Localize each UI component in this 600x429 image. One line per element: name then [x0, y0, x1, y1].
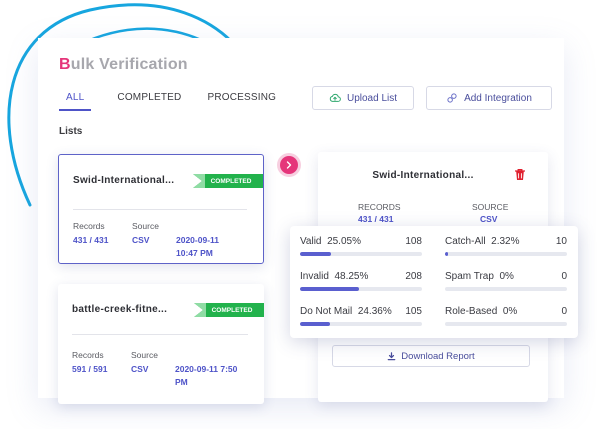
stat-count: 10: [555, 236, 567, 247]
detail-source-label: SOURCE: [472, 202, 509, 212]
stat-do-not-mail: Do Not Mail 24.36% 105: [300, 306, 422, 326]
stat-spam-trap: Spam Trap 0% 0: [445, 271, 567, 291]
stat-count: 108: [405, 236, 422, 247]
stat-label: Spam Trap 0%: [445, 271, 514, 282]
stat-progress: [300, 252, 422, 256]
add-integration-button[interactable]: Add Integration: [426, 86, 552, 110]
list-name: Swid-International...: [73, 175, 175, 186]
detail-records-value: 431 / 431: [358, 214, 394, 224]
source-value: CSV: [131, 364, 149, 374]
records-value: 431 / 431: [73, 235, 109, 245]
status-badge: COMPLETED: [194, 303, 264, 317]
records-value: 591 / 591: [72, 364, 108, 374]
lists-heading: Lists: [59, 126, 83, 137]
stat-count: 105: [405, 306, 422, 317]
detail-records-label: RECORDS: [358, 202, 401, 212]
tab-processing[interactable]: PROCESSING: [207, 92, 276, 111]
arrow-right-icon: [286, 161, 292, 169]
stat-role-based: Role-Based 0% 0: [445, 306, 567, 326]
divider: [73, 209, 247, 210]
stat-invalid: Invalid 48.25% 208: [300, 271, 422, 291]
download-report-label: Download Report: [401, 350, 475, 362]
cloud-upload-icon: [329, 93, 341, 102]
stat-count: 0: [561, 271, 567, 282]
download-icon: [388, 351, 396, 360]
created-date: 2020-09-11 7:50 PM: [175, 364, 238, 387]
stat-count: 0: [561, 306, 567, 317]
stat-progress: [445, 252, 567, 256]
list-card[interactable]: Swid-International... COMPLETED Records …: [58, 154, 264, 264]
stat-catch-all: Catch-All 2.32% 10: [445, 236, 567, 256]
open-details-button[interactable]: [280, 156, 298, 174]
stat-progress: [445, 287, 567, 291]
source-value: CSV: [132, 235, 150, 245]
detail-source-value: CSV: [480, 214, 498, 224]
stat-label: Do Not Mail 24.36%: [300, 306, 392, 317]
stat-count: 208: [405, 271, 422, 282]
status-badge: COMPLETED: [193, 174, 263, 188]
tab-completed[interactable]: COMPLETED: [117, 92, 181, 111]
list-name: battle-creek-fitne...: [72, 304, 168, 315]
stat-label: Invalid 48.25%: [300, 271, 369, 282]
tab-bar: ALL COMPLETED PROCESSING: [59, 92, 302, 111]
source-label: Source: [131, 350, 158, 360]
list-card[interactable]: battle-creek-fitne... COMPLETED Records …: [58, 284, 264, 404]
add-integration-label: Add Integration: [464, 92, 532, 104]
download-report-button[interactable]: Download Report: [332, 345, 530, 367]
records-label: Records: [73, 221, 105, 231]
stat-label: Role-Based 0%: [445, 306, 518, 317]
divider: [72, 334, 248, 335]
stat-progress: [300, 322, 422, 326]
trash-icon[interactable]: [514, 168, 526, 181]
source-label: Source: [132, 221, 159, 231]
verification-stats-card: Valid 25.05% 108 Catch-All 2.32% 10 Invali…: [290, 226, 578, 338]
stat-progress: [445, 322, 567, 326]
records-label: Records: [72, 350, 104, 360]
tab-all[interactable]: ALL: [59, 92, 92, 111]
stat-label: Valid 25.05%: [300, 236, 361, 247]
stat-progress: [300, 287, 422, 291]
page-title: Bulk Verification: [59, 56, 188, 73]
created-date: 2020-09-11 10:47 PM: [176, 235, 220, 258]
stat-label: Catch-All 2.32%: [445, 236, 520, 247]
integration-icon: [447, 93, 457, 103]
stat-valid: Valid 25.05% 108: [300, 236, 422, 256]
upload-list-label: Upload List: [346, 92, 398, 104]
upload-list-button[interactable]: Upload List: [312, 86, 414, 110]
